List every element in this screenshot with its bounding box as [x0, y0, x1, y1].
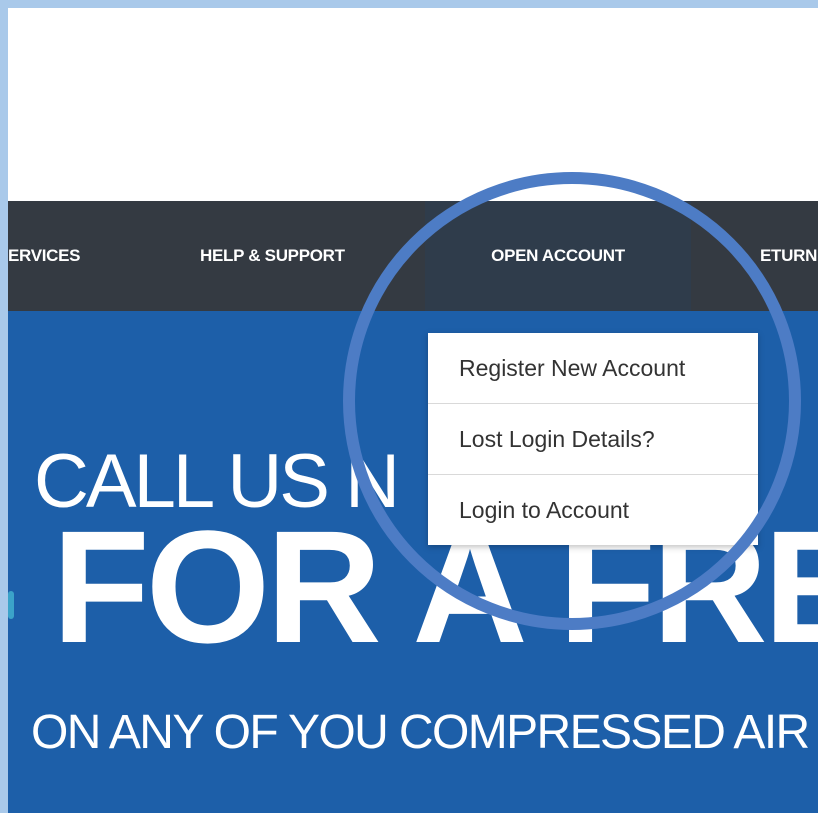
main-navbar: ERVICES HELP & SUPPORT OPEN ACCOUNT ETUR…: [8, 201, 818, 311]
site-header: [8, 8, 818, 201]
open-account-dropdown: Register New Account Lost Login Details?…: [428, 333, 758, 545]
nav-item-open-account[interactable]: OPEN ACCOUNT: [425, 201, 691, 311]
dropdown-item-login-to-account[interactable]: Login to Account: [428, 475, 758, 545]
hero-edge-mark: [8, 591, 14, 619]
nav-item-services[interactable]: ERVICES: [8, 201, 81, 311]
dropdown-item-register-new-account[interactable]: Register New Account: [428, 333, 758, 404]
nav-item-return[interactable]: ETURN: [760, 201, 817, 311]
screenshot-frame-top: [0, 0, 818, 8]
hero-subheadline: ON ANY OF YOU COMPRESSED AIR: [31, 706, 810, 759]
screenshot-frame-left: [0, 0, 8, 813]
dropdown-item-lost-login-details[interactable]: Lost Login Details?: [428, 404, 758, 475]
nav-item-help-support[interactable]: HELP & SUPPORT: [200, 201, 345, 311]
